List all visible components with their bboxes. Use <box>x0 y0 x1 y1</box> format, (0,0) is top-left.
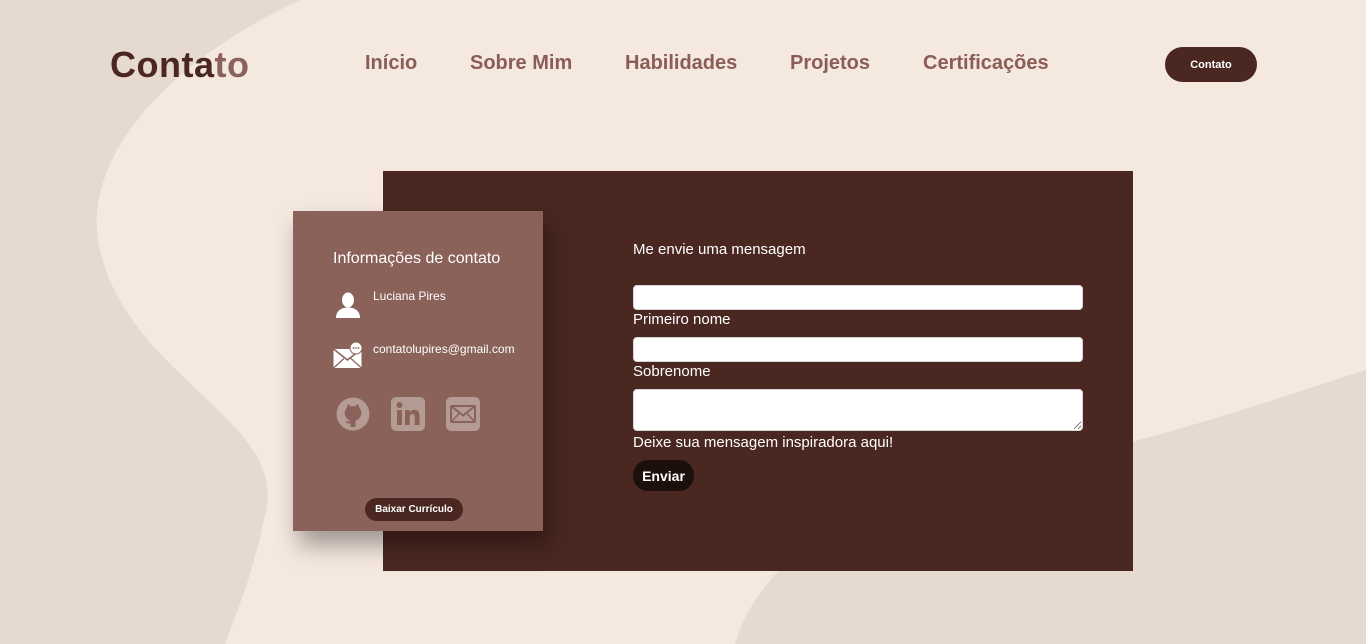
message-textarea[interactable] <box>633 389 1083 431</box>
nav-item-habilidades[interactable]: Habilidades <box>625 52 737 75</box>
send-button[interactable]: Enviar <box>633 460 694 491</box>
linkedin-icon[interactable] <box>390 396 426 432</box>
info-card-title: Informações de contato <box>333 250 501 267</box>
nav-item-sobre-mim[interactable]: Sobre Mim <box>470 52 572 75</box>
contact-info-card: Informações de contato Luciana Pires con… <box>293 211 543 531</box>
form-title: Me envie uma mensagem <box>633 241 806 258</box>
mail-icon[interactable] <box>445 396 481 432</box>
envelope-icon <box>333 341 364 374</box>
last-name-input[interactable] <box>633 337 1083 362</box>
nav-item-inicio[interactable]: Início <box>365 52 417 75</box>
nav-item-certificacoes[interactable]: Certificações <box>923 52 1049 75</box>
first-name-input[interactable] <box>633 285 1083 310</box>
first-name-label: Primeiro nome <box>633 311 731 328</box>
contact-name: Luciana Pires <box>373 289 446 303</box>
github-icon[interactable] <box>335 396 371 432</box>
logo-text-accent: to <box>214 44 250 85</box>
contact-email: contatolupires@gmail.com <box>373 342 515 356</box>
download-resume-button[interactable]: Baixar Currículo <box>365 498 463 521</box>
person-icon <box>335 291 361 323</box>
message-label: Deixe sua mensagem inspiradora aqui! <box>633 434 894 451</box>
logo[interactable]: Contato <box>110 44 249 86</box>
logo-text-main: Conta <box>110 44 215 85</box>
contact-button[interactable]: Contato <box>1165 47 1257 82</box>
last-name-label: Sobrenome <box>633 363 711 380</box>
nav-item-projetos[interactable]: Projetos <box>790 52 870 75</box>
